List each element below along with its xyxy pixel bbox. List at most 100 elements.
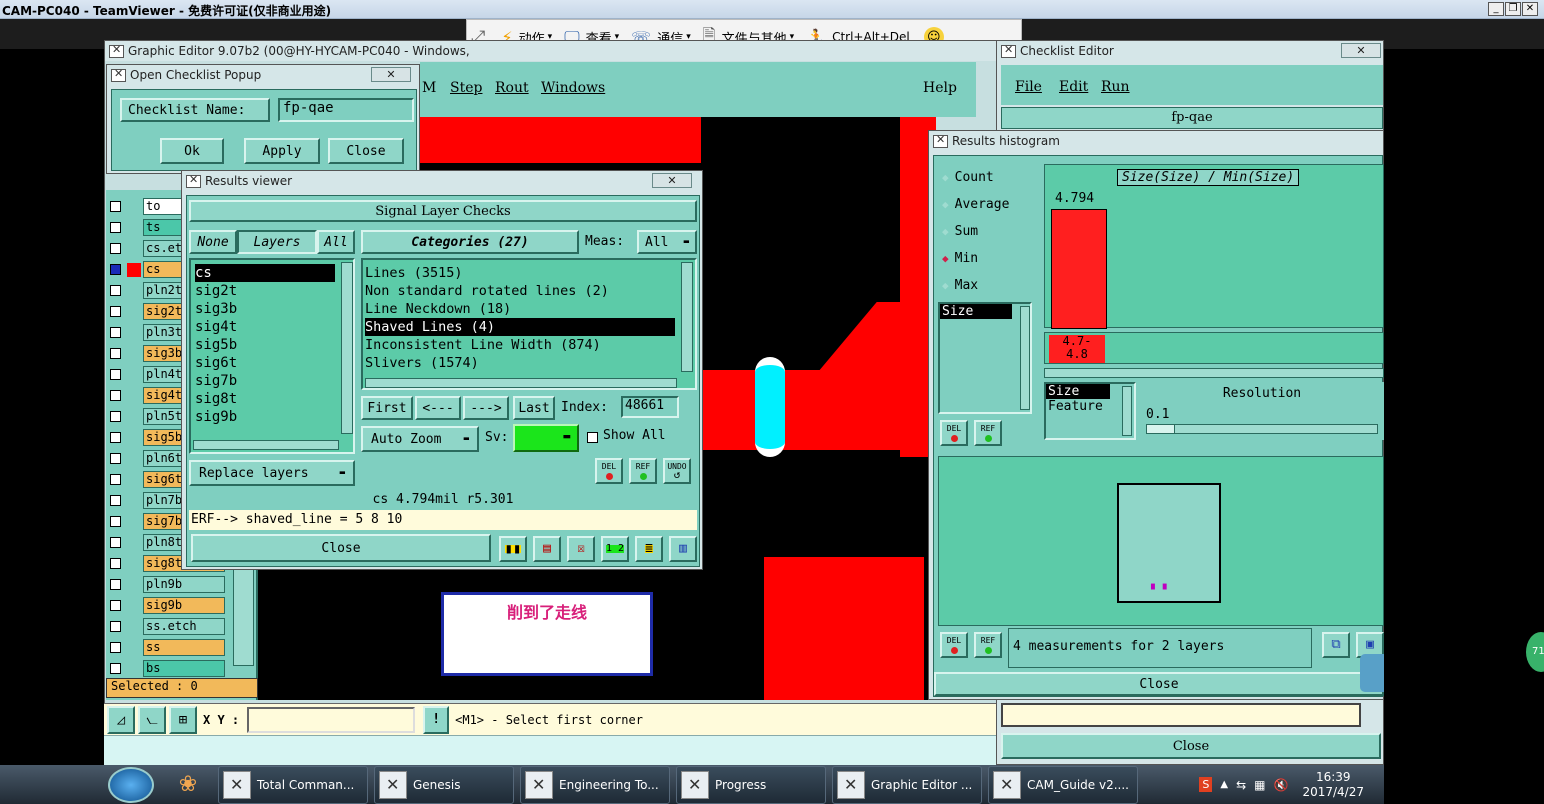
layer-row[interactable]: bs [110, 658, 250, 679]
taskbar-item[interactable]: Genesis [374, 765, 514, 804]
figure-icon-button[interactable]: ▮▮ [499, 536, 527, 562]
alert-button[interactable]: ! [423, 705, 450, 734]
layer-visibility-checkbox[interactable] [110, 327, 121, 338]
rv-layer-item[interactable]: sig5b [195, 336, 335, 354]
aggregate-option[interactable]: ◆ Max [938, 272, 1040, 299]
histogram-bar[interactable] [1051, 209, 1107, 329]
layer-visibility-checkbox[interactable] [110, 432, 121, 443]
popup-close-x[interactable]: ✕ [371, 67, 411, 82]
undo-button[interactable]: UNDO ↺ [663, 458, 691, 484]
layer-visibility-checkbox[interactable] [110, 663, 121, 674]
steps-icon-button[interactable]: 1 2 [601, 536, 629, 562]
pinned-app-icon[interactable]: ❀ [168, 767, 208, 803]
checklist-editor-close-button[interactable]: Close [1001, 733, 1381, 759]
taskbar-item[interactable]: Engineering To... [520, 765, 670, 804]
last-button[interactable]: Last [513, 396, 555, 420]
layer-row[interactable]: pln9b [110, 574, 250, 595]
layer-visibility-checkbox[interactable] [110, 474, 121, 485]
category-item[interactable]: Line Neckdown (18) [365, 300, 675, 318]
network-icon[interactable]: ▦ [1254, 778, 1265, 792]
sv-color-dropdown[interactable]: ▬ [513, 424, 579, 452]
shaved-line-highlight[interactable] [755, 357, 785, 457]
aggregate-option[interactable]: ◆ Sum [938, 218, 1040, 245]
category-item[interactable]: Lines (3515) [365, 264, 675, 282]
layer-visibility-checkbox[interactable] [110, 348, 121, 359]
restore-button[interactable]: ❐ [1505, 2, 1521, 16]
layer-visibility-checkbox[interactable] [110, 516, 121, 527]
taskbar-item[interactable]: Progress [676, 765, 826, 804]
category-item[interactable]: Inconsistent Line Width (874) [365, 336, 675, 354]
start-button[interactable] [108, 766, 154, 803]
layer-visibility-checkbox[interactable] [110, 264, 121, 275]
preview-del-button[interactable]: DEL [940, 632, 968, 658]
menu-windows[interactable]: Windows [541, 80, 605, 96]
category-item[interactable]: Shaved Lines (4) [365, 318, 675, 336]
hist-del-button[interactable]: DEL [940, 420, 968, 446]
delete-results-icon-button[interactable]: ☒ [567, 536, 595, 562]
layer-listbox-scrollbar[interactable] [341, 262, 353, 434]
category-listbox-scrollbar[interactable] [681, 262, 693, 372]
preview-ref-button[interactable]: REF [974, 632, 1002, 658]
layer-visibility-checkbox[interactable] [110, 453, 121, 464]
layer-row[interactable]: ss.etch [110, 616, 250, 637]
menu-step[interactable]: Step [450, 80, 482, 96]
clock[interactable]: 16:39 2017/4/27 [1302, 770, 1364, 800]
prev-button[interactable]: <--- [415, 396, 461, 420]
taskbar-item[interactable]: Graphic Editor ... [832, 765, 982, 804]
size-feature-list[interactable]: Size Feature [1044, 382, 1136, 440]
hist-ref-button[interactable]: REF [974, 420, 1002, 446]
volume-icon[interactable]: 🔇 [1274, 778, 1289, 792]
meas-dropdown[interactable]: All ▬ [637, 230, 697, 254]
histogram-list[interactable]: Size [938, 302, 1032, 414]
layer-visibility-checkbox[interactable] [110, 537, 121, 548]
popup-close-button[interactable]: Close [328, 138, 404, 164]
menu-rout[interactable]: Rout [495, 80, 529, 96]
close-window-button[interactable]: ✕ [1522, 2, 1538, 16]
next-button[interactable]: ---> [463, 396, 509, 420]
none-button[interactable]: None [189, 230, 237, 254]
layer-visibility-checkbox[interactable] [110, 201, 121, 212]
ok-button[interactable]: Ok [160, 138, 224, 164]
category-item[interactable]: Non standard rotated lines (2) [365, 282, 675, 300]
tray-expand-icon[interactable]: ▲ [1220, 779, 1228, 790]
histogram-list-item[interactable]: Size [940, 304, 1012, 319]
show-all-checkbox[interactable] [587, 432, 598, 443]
layer-row[interactable]: ss [110, 637, 250, 658]
layer-visibility-checkbox[interactable] [110, 285, 121, 296]
category-item[interactable]: Slivers (1574) [365, 354, 675, 372]
export-icon-button[interactable]: ⧉ [1322, 632, 1350, 658]
notes-icon-button[interactable]: ≣ [635, 536, 663, 562]
menu-file[interactable]: File [1015, 79, 1042, 95]
first-button[interactable]: First [361, 396, 413, 420]
aggregate-option[interactable]: ◆ Min [938, 245, 1040, 272]
tv-side-handle[interactable] [1360, 654, 1384, 692]
ref-button[interactable]: REF [629, 458, 657, 484]
layer-visibility-checkbox[interactable] [110, 411, 121, 422]
layer-visibility-checkbox[interactable] [110, 222, 121, 233]
histogram-list-scrollbar[interactable] [1020, 306, 1030, 410]
sogou-icon[interactable]: S [1199, 777, 1213, 792]
resolution-slider[interactable] [1146, 424, 1378, 434]
del-button[interactable]: DEL [595, 458, 623, 484]
menu-run[interactable]: Run [1101, 79, 1130, 95]
rv-layer-item[interactable]: sig8t [195, 390, 335, 408]
category-listbox[interactable]: Lines (3515) Non standard rotated lines (… [361, 258, 697, 390]
results-viewer-close-x[interactable]: ✕ [652, 173, 692, 188]
index-input[interactable]: 48661 [621, 396, 679, 418]
apply-button[interactable]: Apply [244, 138, 320, 164]
minimize-button[interactable]: _ [1488, 2, 1504, 16]
auto-zoom-button[interactable]: Auto Zoom ▬ [361, 426, 479, 452]
results-close-button[interactable]: Close [191, 534, 491, 562]
layer-visibility-checkbox[interactable] [110, 621, 121, 632]
layer-visibility-checkbox[interactable] [110, 600, 121, 611]
layer-visibility-checkbox[interactable] [110, 495, 121, 506]
layer-visibility-checkbox[interactable] [110, 390, 121, 401]
rv-layer-item[interactable]: sig4t [195, 318, 335, 336]
teamviewer-tray-icon[interactable]: ⇆ [1236, 778, 1246, 792]
layer-listbox-hscroll[interactable] [193, 440, 339, 450]
layer-visibility-checkbox[interactable] [110, 243, 121, 254]
rv-layer-item[interactable]: cs [195, 264, 335, 282]
layer-visibility-checkbox[interactable] [110, 579, 121, 590]
category-listbox-hscroll[interactable] [365, 378, 677, 388]
rv-layer-item[interactable]: sig7b [195, 372, 335, 390]
